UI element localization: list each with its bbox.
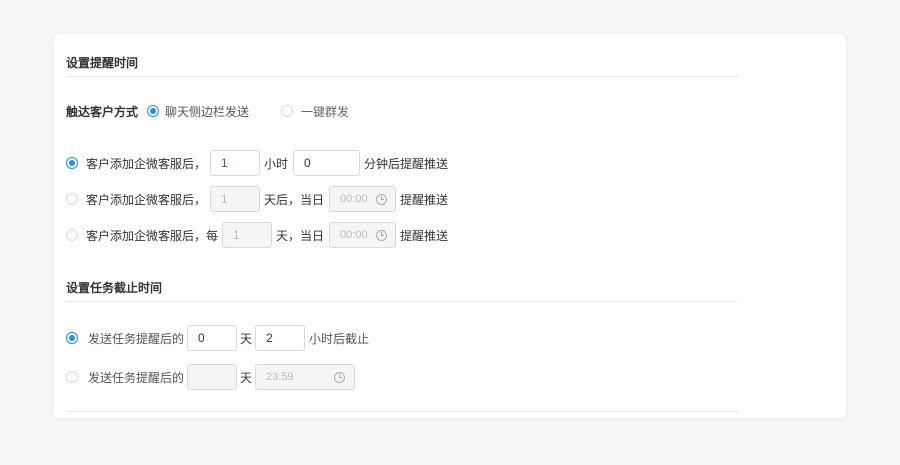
deadline-option-2-time-value: 23:59 bbox=[266, 371, 294, 383]
settings-card: 设置提醒时间 触达客户方式 聊天侧边栏发送 一键群发 客户添加企微客服后， 1 … bbox=[54, 34, 846, 418]
reach-option-sidebar-radio[interactable] bbox=[147, 105, 160, 117]
clock-icon bbox=[376, 229, 388, 241]
remind-rule-2-days-input[interactable]: 1 bbox=[210, 186, 261, 212]
remind-rule-3-time-value: 00:00 bbox=[340, 229, 368, 241]
remind-rule-2-suffix: 提醒推送 bbox=[400, 192, 449, 207]
remind-rule-2-prefix: 客户添加企微客服后， bbox=[86, 192, 207, 207]
deadline-option-2-time-picker[interactable]: 23:59 bbox=[255, 364, 356, 390]
remind-rule-2-time-picker[interactable]: 00:00 bbox=[329, 186, 397, 212]
remind-section-divider bbox=[66, 76, 739, 77]
clock-icon bbox=[376, 193, 388, 205]
remind-rule-2-time-value: 00:00 bbox=[340, 193, 368, 205]
reach-method-label: 触达客户方式 bbox=[66, 104, 139, 119]
deadline-option-2-radio[interactable] bbox=[66, 371, 78, 383]
remind-rule-2-days-unit: 天后，当日 bbox=[264, 192, 325, 207]
remind-rule-3-radio[interactable] bbox=[66, 229, 78, 241]
remind-rule-3-time-picker[interactable]: 00:00 bbox=[329, 222, 397, 248]
remind-section-title: 设置提醒时间 bbox=[66, 56, 139, 70]
deadline-section-title: 设置任务截止时间 bbox=[66, 281, 163, 295]
deadline-option-1-days-unit: 天 bbox=[240, 331, 253, 346]
deadline-option-2-days-input[interactable] bbox=[187, 364, 238, 390]
deadline-option-1-prefix: 发送任务提醒后的 bbox=[88, 331, 185, 346]
remind-rule-1-hours-input[interactable]: 1 bbox=[210, 150, 261, 176]
remind-rule-row-3: 客户添加企微客服后，每 1 天，当日 00:00 提醒推送 bbox=[66, 221, 448, 249]
remind-rule-1-hours-unit: 小时 bbox=[264, 156, 289, 171]
reach-option-mass-label[interactable]: 一键群发 bbox=[301, 103, 349, 120]
deadline-option-1-radio[interactable] bbox=[66, 332, 78, 344]
remind-rule-3-days-unit: 天，当日 bbox=[276, 228, 325, 243]
remind-rule-3-prefix: 客户添加企微客服后，每 bbox=[86, 228, 219, 243]
remind-rule-1-radio[interactable] bbox=[66, 157, 78, 169]
remind-rule-3-days-input[interactable]: 1 bbox=[222, 222, 273, 248]
remind-rule-2-radio[interactable] bbox=[66, 193, 78, 205]
remind-rule-1-suffix: 分钟后提醒推送 bbox=[364, 156, 449, 171]
bottom-divider bbox=[66, 411, 739, 412]
reach-option-sidebar-label[interactable]: 聊天侧边栏发送 bbox=[165, 103, 249, 120]
deadline-option-2-prefix: 发送任务提醒后的 bbox=[88, 370, 185, 385]
remind-rule-1-minutes-input[interactable]: 0 bbox=[293, 150, 361, 176]
remind-rule-row-2: 客户添加企微客服后， 1 天后，当日 00:00 提醒推送 bbox=[66, 185, 448, 213]
deadline-option-2-days-unit: 天 bbox=[240, 370, 253, 385]
deadline-option-1-days-input[interactable]: 0 bbox=[187, 325, 238, 351]
deadline-option-1-hours-input[interactable]: 2 bbox=[255, 325, 306, 351]
deadline-option-1-suffix: 小时后截止 bbox=[309, 331, 370, 346]
clock-icon bbox=[334, 371, 346, 383]
remind-rule-row-1: 客户添加企微客服后， 1 小时 0 分钟后提醒推送 bbox=[66, 149, 448, 177]
reach-option-mass-radio[interactable] bbox=[281, 105, 294, 117]
deadline-option-row-2: 发送任务提醒后的 天 23:59 bbox=[66, 363, 356, 391]
remind-rule-3-suffix: 提醒推送 bbox=[400, 228, 449, 243]
deadline-option-row-1: 发送任务提醒后的 0 天 2 小时后截止 bbox=[66, 324, 369, 352]
deadline-section-divider bbox=[66, 301, 739, 302]
remind-rule-1-prefix: 客户添加企微客服后， bbox=[86, 156, 207, 171]
reach-method-row: 触达客户方式 聊天侧边栏发送 一键群发 bbox=[66, 97, 349, 125]
